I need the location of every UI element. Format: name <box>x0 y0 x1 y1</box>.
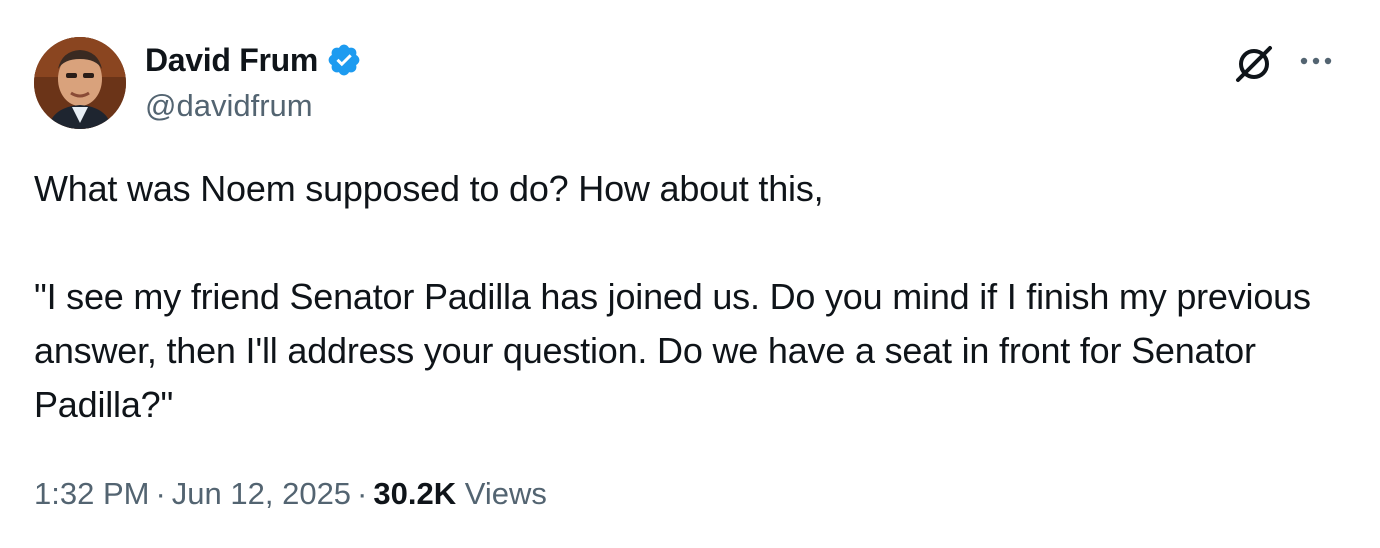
avatar-photo <box>34 37 126 129</box>
tweet-paragraph: What was Noem supposed to do? How about … <box>34 168 824 209</box>
views-count[interactable]: 30.2K <box>373 476 456 511</box>
name-row: David Frum <box>145 40 362 80</box>
more-options-icon[interactable] <box>1296 48 1336 74</box>
avatar[interactable] <box>34 37 126 129</box>
tweet-text: What was Noem supposed to do? How about … <box>34 162 1334 432</box>
author-handle[interactable]: @davidfrum <box>145 86 313 126</box>
tweet-time[interactable]: 1:32 PM <box>34 476 149 511</box>
tweet-meta: 1:32 PM · Jun 12, 2025 · 30.2K Views <box>34 470 547 518</box>
author-display-name[interactable]: David Frum <box>145 40 318 80</box>
tweet-paragraph: "I see my friend Senator Padilla has joi… <box>34 276 1311 425</box>
views-label[interactable]: Views <box>465 476 547 511</box>
tweet-card: David Frum @davidfrum What was Noem supp… <box>0 0 1380 548</box>
meta-separator: · <box>155 476 166 511</box>
verified-badge-icon[interactable] <box>326 42 362 78</box>
tweet-date[interactable]: Jun 12, 2025 <box>172 476 351 511</box>
meta-separator: · <box>357 476 368 511</box>
grok-icon[interactable] <box>1232 42 1276 86</box>
